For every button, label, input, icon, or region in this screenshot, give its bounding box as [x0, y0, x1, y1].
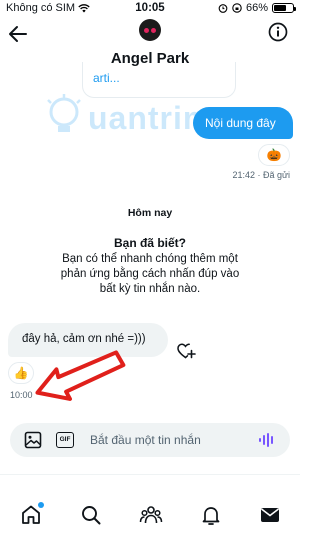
message-composer: GIF: [10, 423, 290, 457]
voice-message-icon[interactable]: [258, 432, 276, 448]
tab-communities[interactable]: [139, 503, 163, 527]
avatar[interactable]: [139, 19, 161, 41]
image-icon[interactable]: [24, 431, 42, 449]
tab-search[interactable]: [79, 503, 103, 527]
search-icon: [82, 506, 101, 525]
tab-messages[interactable]: [258, 503, 282, 527]
info-icon[interactable]: [268, 22, 288, 42]
status-bar: Không có SIM 10:05 66%: [0, 0, 300, 18]
lightbulb-icon: [47, 94, 81, 132]
battery-percent: 66%: [245, 2, 268, 14]
outgoing-message-meta: 21:42 · Đã gửi: [232, 170, 290, 180]
outgoing-message-text: Nội dung đây: [205, 116, 276, 130]
notification-dot: [38, 502, 44, 508]
message-input[interactable]: [90, 430, 250, 450]
mail-icon: [261, 508, 279, 522]
battery-icon: [272, 3, 296, 13]
tab-notifications[interactable]: [199, 503, 223, 527]
outgoing-reaction-badge[interactable]: 🎃: [258, 144, 290, 166]
add-reaction-icon[interactable]: [176, 341, 196, 361]
gif-label: GIF: [59, 436, 71, 443]
back-arrow-icon[interactable]: [6, 22, 30, 46]
outgoing-message-bubble[interactable]: Nội dung đây: [193, 107, 293, 139]
annotation-arrow-icon: [35, 350, 126, 401]
day-separator: Hôm nay: [127, 207, 173, 219]
thumbs-up-reaction-icon: 👍: [13, 366, 29, 380]
tab-home[interactable]: [19, 502, 44, 527]
bell-icon: [202, 507, 220, 525]
tip-title: Bạn đã biết?: [113, 236, 186, 250]
orientation-lock-icon: [232, 3, 242, 13]
pumpkin-reaction-icon: 🎃: [266, 148, 282, 162]
tip-body: Bạn có thể nhanh chóng thêm một phản ứng…: [60, 253, 240, 295]
link-preview-text[interactable]: arti...: [93, 71, 120, 85]
status-right: 66%: [218, 2, 296, 14]
communities-icon: [139, 506, 163, 524]
bottom-tab-bar: [0, 474, 300, 534]
alarm-icon: [218, 4, 228, 13]
gif-icon[interactable]: GIF: [56, 432, 74, 448]
